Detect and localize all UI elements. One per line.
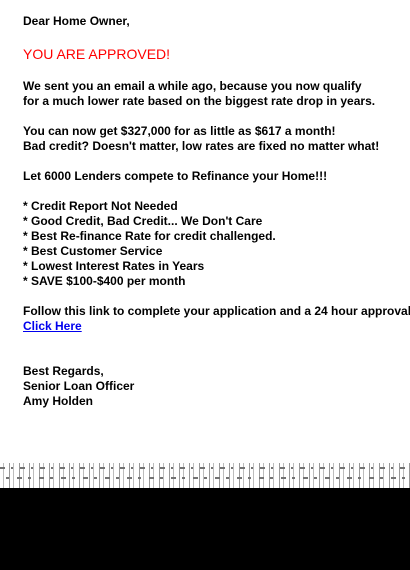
list-item: * Best Re-finance Rate for credit challe…: [23, 229, 276, 243]
image-glitch-band: [0, 463, 410, 490]
list-item: * Good Credit, Bad Credit... We Don't Ca…: [23, 214, 263, 228]
greeting: Dear Home Owner,: [23, 14, 130, 28]
image-black-block: [0, 488, 410, 570]
signer-title: Senior Loan Officer: [23, 379, 135, 393]
lenders-line: Let 6000 Lenders compete to Refinance yo…: [23, 169, 328, 183]
list-item: * SAVE $100-$400 per month: [23, 274, 186, 288]
signer-name: Amy Holden: [23, 394, 94, 408]
intro-line-2: for a much lower rate based on the bigge…: [23, 94, 376, 108]
offer-line-1: You can now get $327,000 for as little a…: [23, 124, 336, 138]
click-here-link[interactable]: Click Here: [23, 319, 82, 333]
list-item: * Credit Report Not Needed: [23, 199, 178, 213]
benefits-list: * Credit Report Not Needed * Good Credit…: [23, 199, 408, 289]
email-body: Dear Home Owner, YOU ARE APPROVED! We se…: [23, 14, 410, 409]
intro-line-1: We sent you an email a while ago, becaus…: [23, 79, 362, 93]
signoff: Best Regards,: [23, 364, 104, 378]
follow-instructions: Follow this link to complete your applic…: [23, 304, 410, 318]
offer-line-2: Bad credit? Doesn't matter, low rates ar…: [23, 139, 380, 153]
approval-headline: YOU ARE APPROVED!: [23, 46, 171, 62]
list-item: * Lowest Interest Rates in Years: [23, 259, 205, 273]
list-item: * Best Customer Service: [23, 244, 163, 258]
